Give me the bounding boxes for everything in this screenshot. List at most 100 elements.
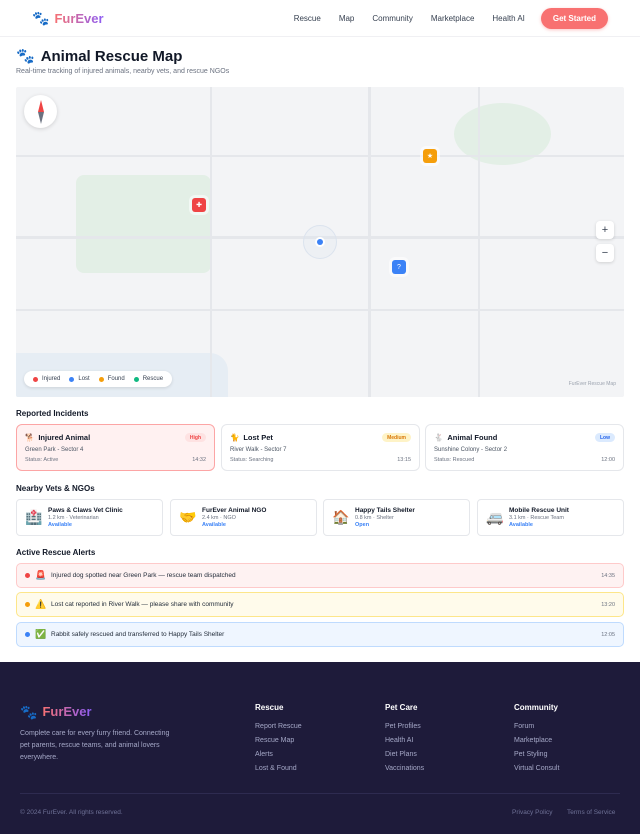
- footer-column-title: Rescue: [255, 703, 284, 712]
- incidents-heading: Reported Incidents: [16, 409, 89, 418]
- zoom-in-button[interactable]: +: [596, 221, 614, 239]
- footer-divider: [20, 793, 620, 794]
- van-icon: 🚐: [486, 509, 504, 525]
- legend-dot: [133, 376, 139, 382]
- vet-card[interactable]: 🚐 Mobile Rescue Unit 3.1 km · Rescue Tea…: [477, 499, 624, 536]
- priority-badge: Medium: [382, 433, 411, 442]
- nav-link-community[interactable]: Community: [372, 14, 412, 23]
- map-road: [368, 87, 371, 397]
- footer-link[interactable]: Report Rescue: [255, 720, 302, 734]
- footer-column-pet-care: Pet Care Pet Profiles Health AI Diet Pla…: [385, 703, 424, 776]
- incident-location: River Walk - Sector 7: [230, 447, 287, 453]
- dog-icon: 🐕: [25, 433, 35, 442]
- vet-card[interactable]: 🏥 Paws & Claws Vet Clinic 1.2 km · Veter…: [16, 499, 163, 536]
- copyright-text: © 2024 FurEver. All rights reserved.: [20, 809, 123, 816]
- footer-link[interactable]: Alerts: [255, 748, 302, 762]
- incident-title: Animal Found: [447, 433, 498, 442]
- nav-link-health-ai[interactable]: Health AI: [492, 14, 524, 23]
- map-road: [16, 155, 624, 157]
- page-title: 🐾 Animal Rescue Map: [16, 48, 182, 65]
- incident-status: Status: Rescued: [434, 457, 475, 463]
- cat-icon: 🐈: [230, 433, 240, 442]
- alert-dot: [25, 602, 30, 607]
- nav-link-marketplace[interactable]: Marketplace: [431, 14, 475, 23]
- vet-name: Mobile Rescue Unit: [509, 507, 569, 514]
- incident-status: Status: Active: [25, 457, 59, 463]
- alert-item[interactable]: 🚨 Injured dog spotted near Green Park — …: [16, 563, 624, 588]
- vets-heading: Nearby Vets & NGOs: [16, 484, 95, 493]
- footer-brand[interactable]: 🐾 FurEver: [20, 704, 92, 719]
- incident-location: Sunshine Colony - Sector 2: [434, 447, 508, 453]
- incident-card-lost[interactable]: 🐈 Lost Pet Medium River Walk - Sector 7 …: [221, 424, 420, 471]
- terms-of-service-link[interactable]: Terms of Service: [567, 809, 615, 816]
- map-road: [478, 87, 480, 397]
- footer-link[interactable]: Diet Plans: [385, 748, 424, 762]
- zoom-out-button[interactable]: −: [596, 244, 614, 262]
- vet-meta: 1.2 km · Veterinarian: [48, 515, 99, 521]
- vet-card[interactable]: 🏠 Happy Tails Shelter 0.8 km · Shelter O…: [323, 499, 470, 536]
- footer-link[interactable]: Forum: [514, 720, 559, 734]
- rabbit-icon: 🐇: [434, 433, 444, 442]
- footer-link[interactable]: Health AI: [385, 734, 424, 748]
- vet-card[interactable]: 🤝 FurEver Animal NGO 2.4 km · NGO Availa…: [170, 499, 317, 536]
- paw-icon: 🐾: [16, 48, 35, 65]
- priority-badge: Low: [595, 433, 615, 442]
- nav-links: Rescue Map Community Marketplace Health …: [294, 14, 525, 23]
- legend-dot: [98, 376, 104, 382]
- footer-link[interactable]: Lost & Found: [255, 762, 302, 776]
- nav-link-map[interactable]: Map: [339, 14, 355, 23]
- alert-time: 13:20: [601, 601, 615, 608]
- checkmark-icon: ✅: [35, 629, 47, 639]
- rescue-map[interactable]: + − ✚ ★ ? Injured Lost Found Rescue FurE…: [16, 87, 624, 397]
- handshake-icon: 🤝: [179, 509, 197, 525]
- nav-link-rescue[interactable]: Rescue: [294, 14, 321, 23]
- alert-dot: [25, 632, 30, 637]
- footer-link[interactable]: Pet Profiles: [385, 720, 424, 734]
- vet-meta: 3.1 km · Rescue Team: [509, 515, 564, 521]
- footer-link[interactable]: Vaccinations: [385, 762, 424, 776]
- footer-link[interactable]: Virtual Consult: [514, 762, 559, 776]
- compass-icon[interactable]: [24, 95, 57, 128]
- brand-logo[interactable]: 🐾 FurEver: [32, 11, 104, 26]
- injured-marker-icon[interactable]: ✚: [192, 198, 206, 212]
- warning-icon: ⚠️: [35, 599, 47, 609]
- legend-item-injured: Injured: [33, 376, 60, 382]
- paw-icon: 🐾: [32, 10, 50, 26]
- brand-name: FurEver: [54, 10, 104, 26]
- alert-text: Injured dog spotted near Green Park — re…: [51, 572, 236, 579]
- get-started-button[interactable]: Get Started: [540, 7, 608, 29]
- legend-item-lost: Lost: [69, 376, 90, 382]
- vet-meta: 0.8 km · Shelter: [355, 515, 394, 521]
- privacy-policy-link[interactable]: Privacy Policy: [512, 809, 552, 816]
- incident-time: 14:32: [192, 457, 206, 463]
- map-park-area: [76, 175, 211, 273]
- legend-dot: [69, 376, 75, 382]
- map-road: [16, 309, 624, 311]
- vet-status: Available: [48, 522, 72, 528]
- footer-description: Complete care for every furry friend. Co…: [20, 730, 170, 761]
- alert-item[interactable]: ✅ Rabbit safely rescued and transferred …: [16, 622, 624, 647]
- footer-column-rescue: Rescue Report Rescue Rescue Map Alerts L…: [255, 703, 302, 776]
- incident-time: 13:15: [397, 457, 411, 463]
- incident-title: Injured Animal: [38, 433, 91, 442]
- lost-marker-icon[interactable]: ?: [392, 260, 406, 274]
- footer-link[interactable]: Rescue Map: [255, 734, 302, 748]
- footer-link[interactable]: Pet Styling: [514, 748, 559, 762]
- alert-time: 14:35: [601, 572, 615, 579]
- incident-card-found[interactable]: 🐇 Animal Found Low Sunshine Colony - Sec…: [425, 424, 624, 471]
- paw-icon: 🐾: [20, 703, 38, 720]
- vet-status: Open: [355, 522, 370, 528]
- footer-column-title: Community: [514, 703, 558, 712]
- top-navbar: 🐾 FurEver Rescue Map Community Marketpla…: [0, 0, 640, 37]
- alert-time: 12:05: [601, 631, 615, 638]
- alert-item[interactable]: ⚠️ Lost cat reported in River Walk — ple…: [16, 592, 624, 617]
- footer-link[interactable]: Marketplace: [514, 734, 559, 748]
- page-title-text: Animal Rescue Map: [40, 48, 183, 65]
- found-marker-icon[interactable]: ★: [423, 149, 437, 163]
- siren-icon: 🚨: [35, 570, 47, 580]
- page-subtitle: Real-time tracking of injured animals, n…: [16, 68, 230, 75]
- alert-text: Lost cat reported in River Walk — please…: [51, 601, 234, 608]
- incident-card-injured[interactable]: 🐕 Injured Animal High Green Park - Secto…: [16, 424, 215, 471]
- vet-name: Happy Tails Shelter: [355, 507, 415, 514]
- alert-dot: [25, 573, 30, 578]
